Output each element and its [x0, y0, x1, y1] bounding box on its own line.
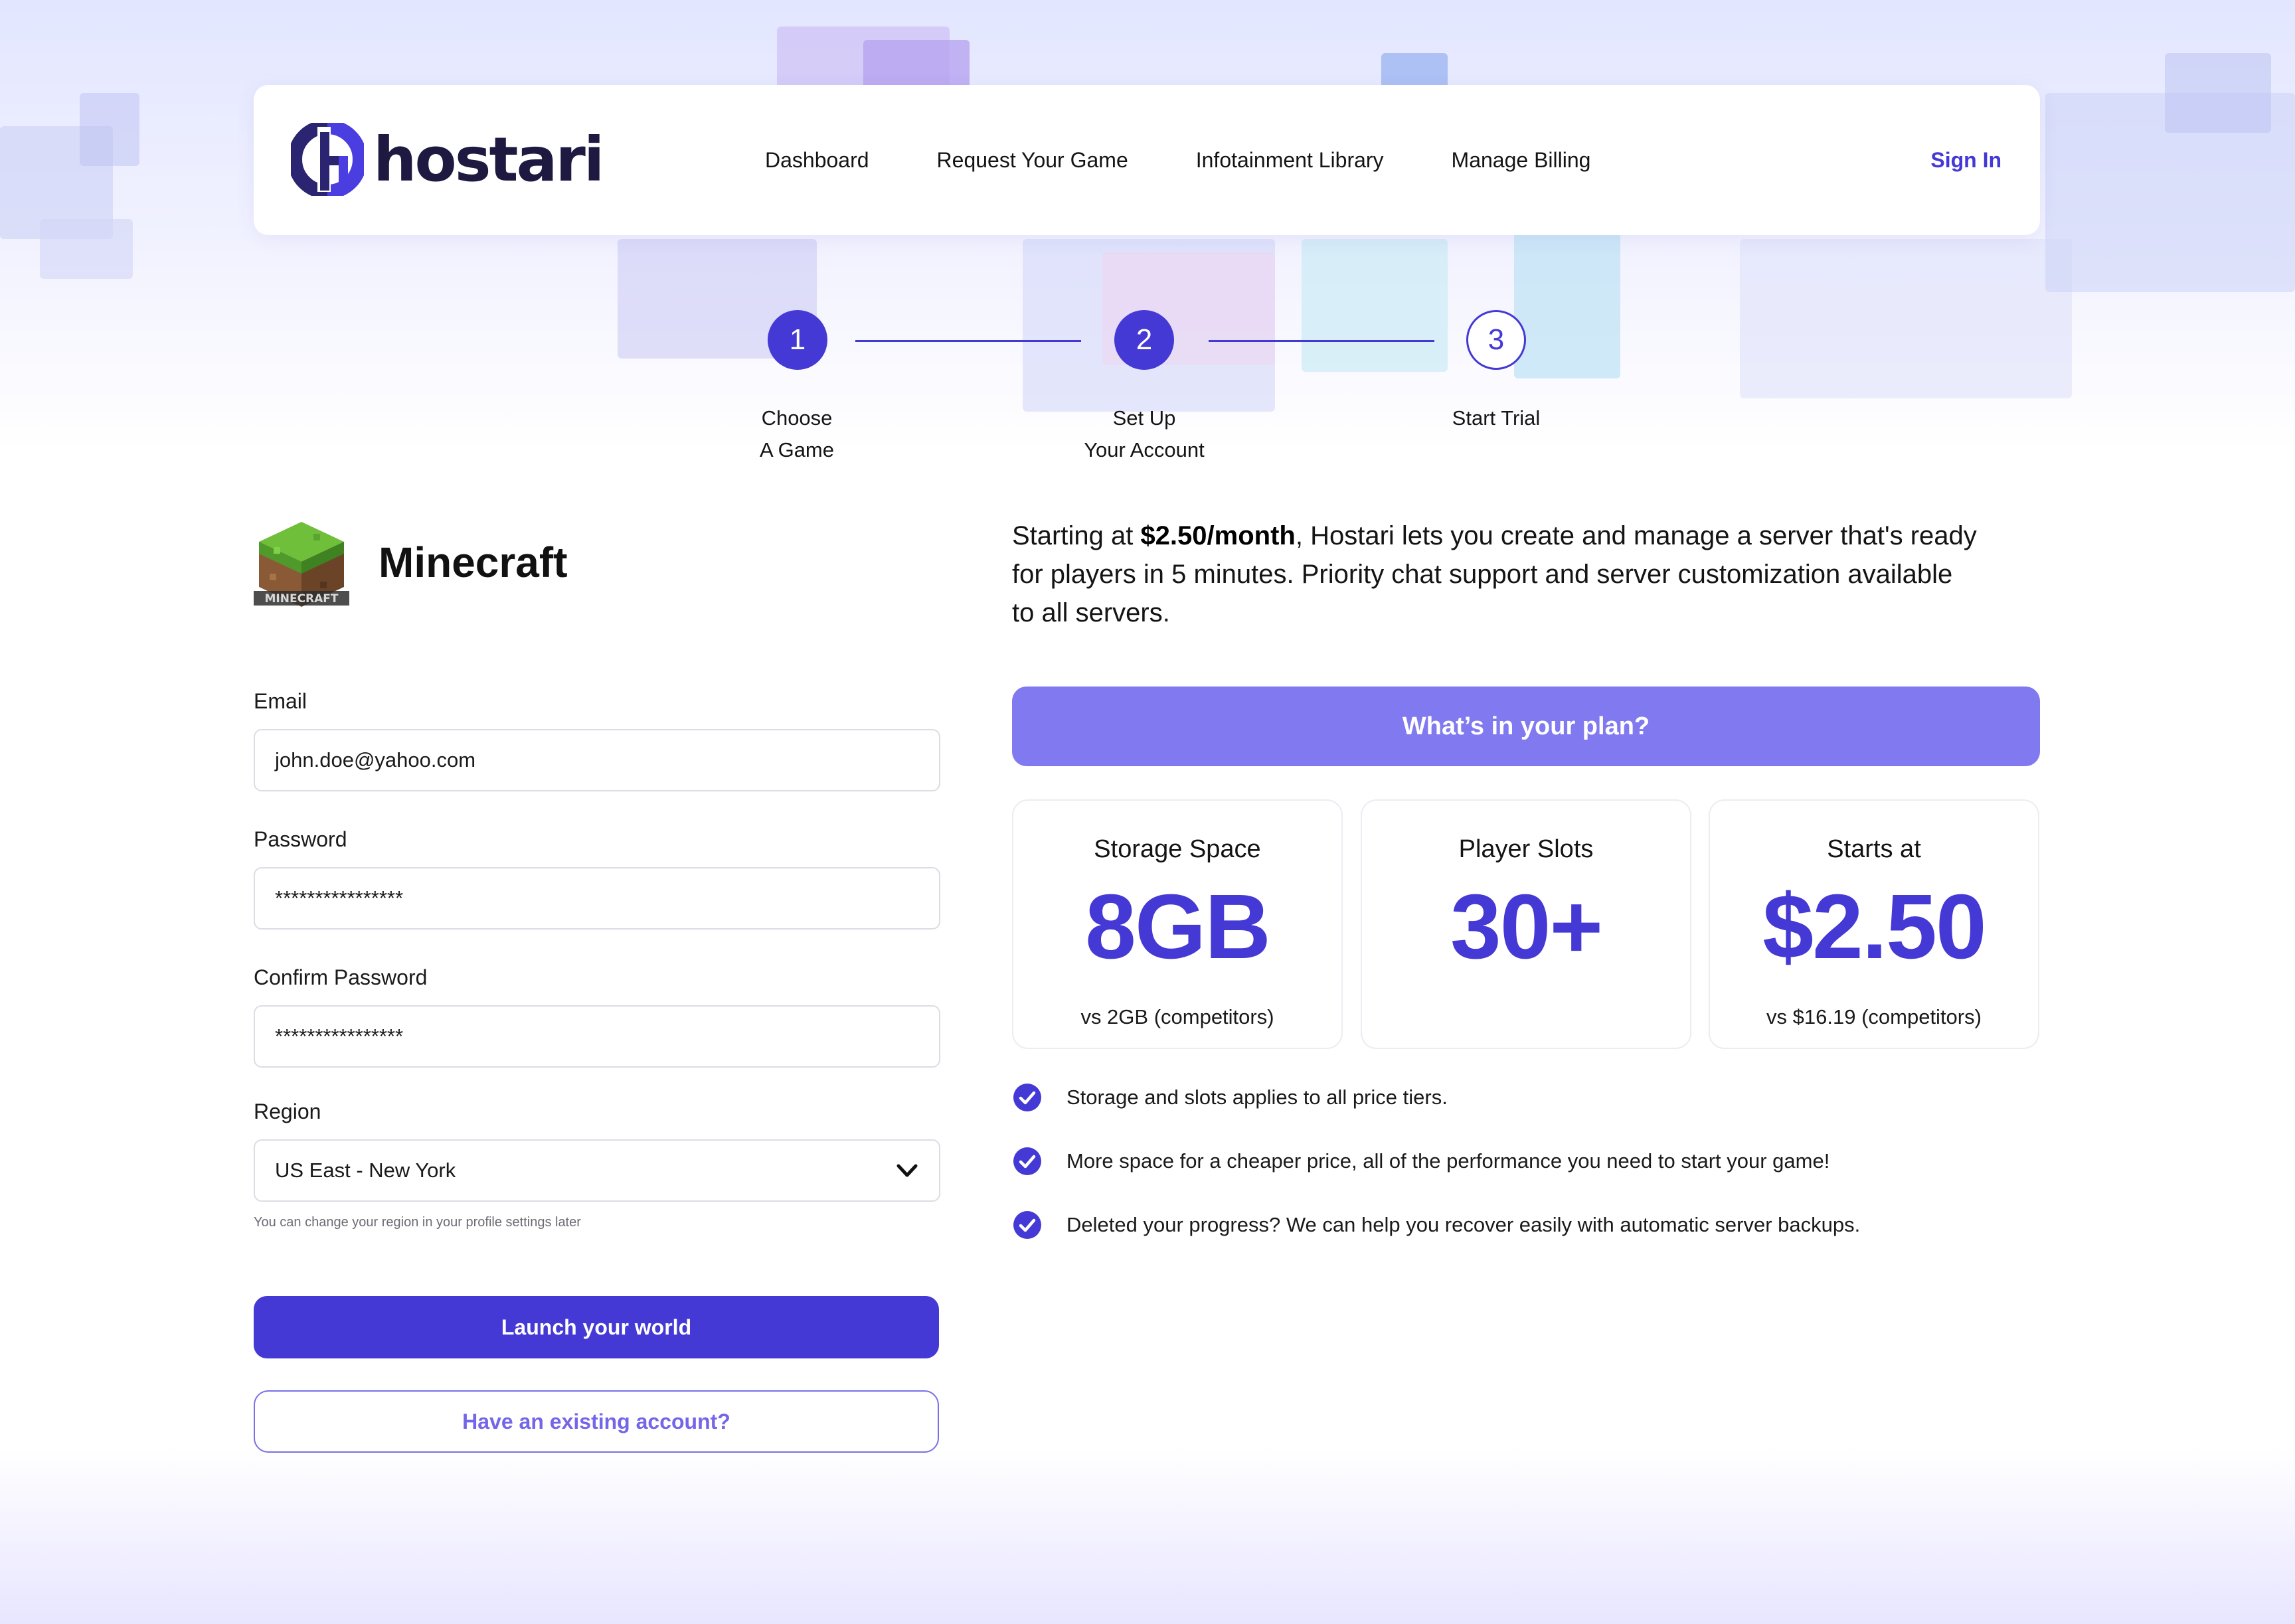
hostari-logo-icon: [291, 123, 364, 196]
step-2-label-line2: Your Account: [1084, 438, 1205, 461]
feature-item: More space for a cheaper price, all of t…: [1013, 1146, 1829, 1177]
player-slots-card: Player Slots 30+: [1361, 799, 1691, 1049]
main-nav: Dashboard Request Your Game Infotainment…: [765, 85, 1658, 235]
check-circle-icon: [1013, 1211, 1041, 1239]
step-1-label-line2: A Game: [760, 438, 834, 461]
whats-in-your-plan-button[interactable]: What’s in your plan?: [1012, 687, 2040, 766]
region-select-value: US East - New York: [275, 1159, 456, 1182]
email-field-value: john.doe@yahoo.com: [275, 748, 476, 771]
logo-wordmark: hostari: [373, 123, 604, 195]
email-field[interactable]: john.doe@yahoo.com: [254, 729, 940, 791]
starting-price-comparison: vs $16.19 (competitors): [1766, 1005, 1982, 1028]
nav-dashboard[interactable]: Dashboard: [765, 148, 869, 173]
player-slots-title: Player Slots: [1458, 835, 1594, 863]
confirm-password-field[interactable]: ****************: [254, 1005, 940, 1068]
nav-request-your-game[interactable]: Request Your Game: [937, 148, 1128, 173]
storage-space-title: Storage Space: [1094, 835, 1261, 863]
region-select[interactable]: US East - New York: [254, 1139, 940, 1202]
chevron-down-icon: [896, 1164, 918, 1177]
storage-space-value: 8GB: [1085, 876, 1271, 978]
email-label: Email: [254, 689, 307, 713]
step-3-label: Start Trial: [1397, 402, 1596, 434]
check-circle-icon: [1013, 1147, 1041, 1175]
confirm-password-field-value: ****************: [275, 1024, 404, 1048]
feature-text: More space for a cheaper price, all of t…: [1066, 1149, 1830, 1173]
step-1-label: Choose A Game: [697, 402, 896, 466]
step-1-label-line1: Choose: [761, 406, 833, 430]
minecraft-icon-caption: MINECRAFT: [264, 592, 338, 606]
hostari-logo[interactable]: hostari: [291, 120, 604, 199]
feature-item: Deleted your progress? We can help you r…: [1013, 1210, 1860, 1240]
minecraft-grass-block-icon: MINECRAFT: [254, 522, 349, 607]
password-field[interactable]: ****************: [254, 867, 940, 930]
starting-price-title: Starts at: [1827, 835, 1921, 863]
confirm-password-label: Confirm Password: [254, 965, 428, 989]
step-1-circle: 1: [768, 310, 827, 370]
feature-text: Storage and slots applies to all price t…: [1066, 1086, 1448, 1109]
region-hint: You can change your region in your profi…: [254, 1215, 581, 1230]
starting-price-card: Starts at $2.50 vs $16.19 (competitors): [1709, 799, 2039, 1049]
plan-intro-text: Starting at $2.50/month, Hostari lets yo…: [1012, 517, 1982, 632]
step-2-label-line1: Set Up: [1112, 406, 1176, 430]
password-field-value: ****************: [275, 886, 404, 910]
launch-your-world-button[interactable]: Launch your world: [254, 1296, 939, 1358]
storage-space-card: Storage Space 8GB vs 2GB (competitors): [1012, 799, 1343, 1049]
step-3-label-line1: Start Trial: [1452, 406, 1541, 430]
intro-prefix: Starting at: [1012, 521, 1141, 550]
password-label: Password: [254, 827, 347, 851]
storage-space-comparison: vs 2GB (competitors): [1080, 1005, 1274, 1028]
existing-account-button[interactable]: Have an existing account?: [254, 1390, 939, 1453]
step-2-circle: 2: [1114, 310, 1174, 370]
step-connector-1: [855, 340, 1081, 342]
feature-text: Deleted your progress? We can help you r…: [1066, 1213, 1861, 1236]
game-title: Minecraft: [379, 538, 568, 586]
sign-in-link[interactable]: Sign In: [1930, 85, 2001, 235]
nav-infotainment-library[interactable]: Infotainment Library: [1196, 148, 1384, 173]
feature-item: Storage and slots applies to all price t…: [1013, 1082, 1448, 1113]
top-navigation-bar: hostari Dashboard Request Your Game Info…: [254, 85, 2040, 235]
intro-price: $2.50/month: [1140, 521, 1296, 550]
check-circle-icon: [1013, 1084, 1041, 1111]
region-label: Region: [254, 1099, 321, 1123]
step-2-label: Set Up Your Account: [1045, 402, 1244, 466]
player-slots-value: 30+: [1450, 876, 1603, 978]
step-connector-2: [1209, 340, 1434, 342]
step-3-circle: 3: [1466, 310, 1526, 370]
nav-manage-billing[interactable]: Manage Billing: [1452, 148, 1591, 173]
starting-price-value: $2.50: [1762, 876, 1986, 978]
